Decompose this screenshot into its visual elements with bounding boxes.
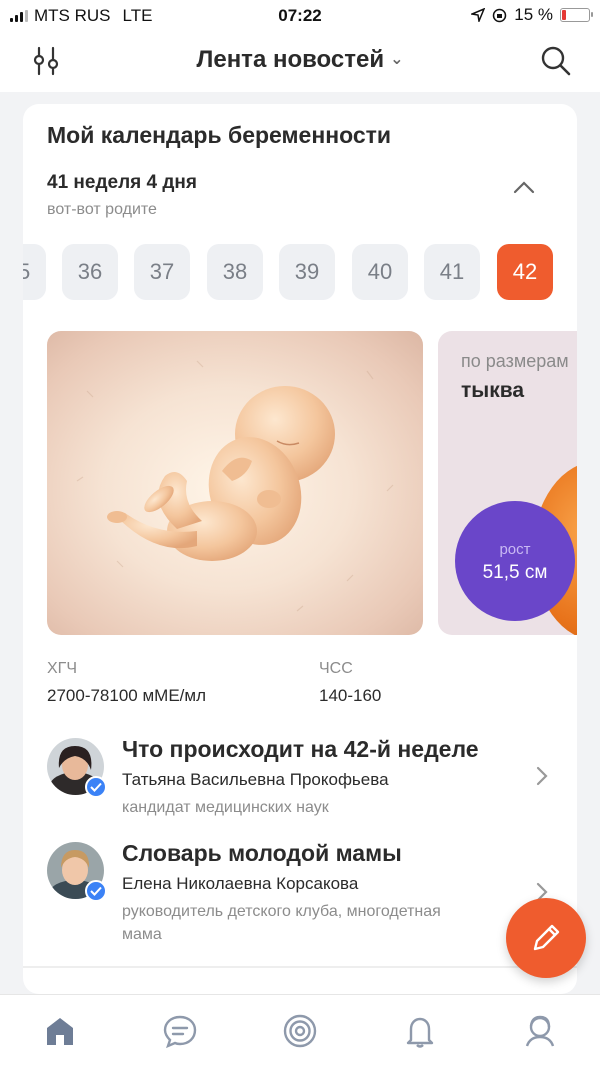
author-role: руководитель детского клуба, многодетная… xyxy=(122,903,441,943)
article-author: Елена Николаевна Корсакова xyxy=(122,874,359,893)
size-label: по размерам xyxy=(461,351,569,371)
pencil-icon xyxy=(533,924,560,951)
current-week: 41 неделя 4 дня xyxy=(47,172,197,193)
tab-notifications[interactable] xyxy=(400,1011,440,1051)
article-title: Что происходит на 42-й неделе xyxy=(122,736,479,762)
week-chip[interactable]: 35 xyxy=(23,244,46,300)
create-post-button[interactable] xyxy=(506,898,586,978)
feed-title-dropdown[interactable]: Лента новостей ⌄ xyxy=(0,46,600,74)
profile-icon xyxy=(525,1015,555,1047)
tab-discover[interactable] xyxy=(280,1011,320,1051)
status-bar: MTS RUS LTE 07:22 15 % xyxy=(0,0,600,30)
week-chip[interactable]: 41 xyxy=(424,244,480,300)
search-icon xyxy=(541,46,571,76)
battery-percent: 15 % xyxy=(514,5,553,24)
location-arrow-icon xyxy=(471,8,486,22)
growth-badge: рост 51,5 см xyxy=(455,501,575,621)
collapse-button[interactable] xyxy=(513,180,535,199)
chevron-down-icon: ⌄ xyxy=(390,51,404,68)
bottom-tab-bar xyxy=(0,994,600,1066)
fetus-illustration xyxy=(76,360,394,612)
divider xyxy=(23,966,577,968)
verified-badge-icon xyxy=(85,776,107,798)
week-chip[interactable]: 36 xyxy=(62,244,118,300)
week-selector[interactable]: 35 36 37 38 39 40 41 42 xyxy=(23,244,577,300)
calendar-title: Мой календарь беременности xyxy=(47,122,392,148)
battery-icon xyxy=(560,8,593,22)
fetus-image[interactable] xyxy=(47,331,423,635)
size-value: тыква xyxy=(461,379,525,402)
tab-profile[interactable] xyxy=(520,1011,560,1051)
size-comparison-card[interactable]: по размерам тыква рост 51,5 см xyxy=(438,331,577,635)
target-icon xyxy=(283,1014,317,1048)
week-chip[interactable]: 39 xyxy=(279,244,335,300)
chevron-up-icon xyxy=(513,181,535,194)
hcg-label: ХГЧ xyxy=(47,660,77,677)
week-chip[interactable]: 40 xyxy=(352,244,408,300)
week-chip[interactable]: 37 xyxy=(134,244,190,300)
page-title: Лента новостей xyxy=(196,46,385,73)
chat-icon xyxy=(163,1015,197,1049)
article-item[interactable]: Словарь молодой мамы Елена Николаевна Ко… xyxy=(23,840,577,943)
growth-value: 51,5 см xyxy=(482,562,548,583)
bell-icon xyxy=(406,1017,434,1048)
orientation-lock-icon xyxy=(493,8,507,22)
article-author: Татьяна Васильевна Прокофьева xyxy=(122,770,389,789)
week-chip-active[interactable]: 42 xyxy=(497,244,553,300)
author-role: кандидат медицинских наук xyxy=(122,799,329,816)
tab-chats[interactable] xyxy=(160,1011,200,1051)
verified-badge-icon xyxy=(85,880,107,902)
week-chip[interactable]: 38 xyxy=(207,244,263,300)
tab-home[interactable] xyxy=(40,1011,80,1051)
search-button[interactable] xyxy=(536,41,576,81)
pregnancy-calendar-card: Мой календарь беременности 41 неделя 4 д… xyxy=(23,104,577,994)
top-nav-bar: Лента новостей ⌄ xyxy=(0,30,600,92)
growth-label: рост xyxy=(499,541,531,558)
week-subtitle: вот-вот родите xyxy=(47,201,157,218)
article-item[interactable]: Что происходит на 42-й неделе Татьяна Ва… xyxy=(23,736,577,838)
hcg-value: 2700-78100 мМЕ/мл xyxy=(47,686,206,705)
home-icon xyxy=(47,1018,73,1045)
heart-rate-value: 140-160 xyxy=(319,686,382,705)
article-title: Словарь молодой мамы xyxy=(122,840,402,866)
heart-rate-label: ЧСС xyxy=(319,660,353,677)
chevron-right-icon xyxy=(536,766,548,791)
